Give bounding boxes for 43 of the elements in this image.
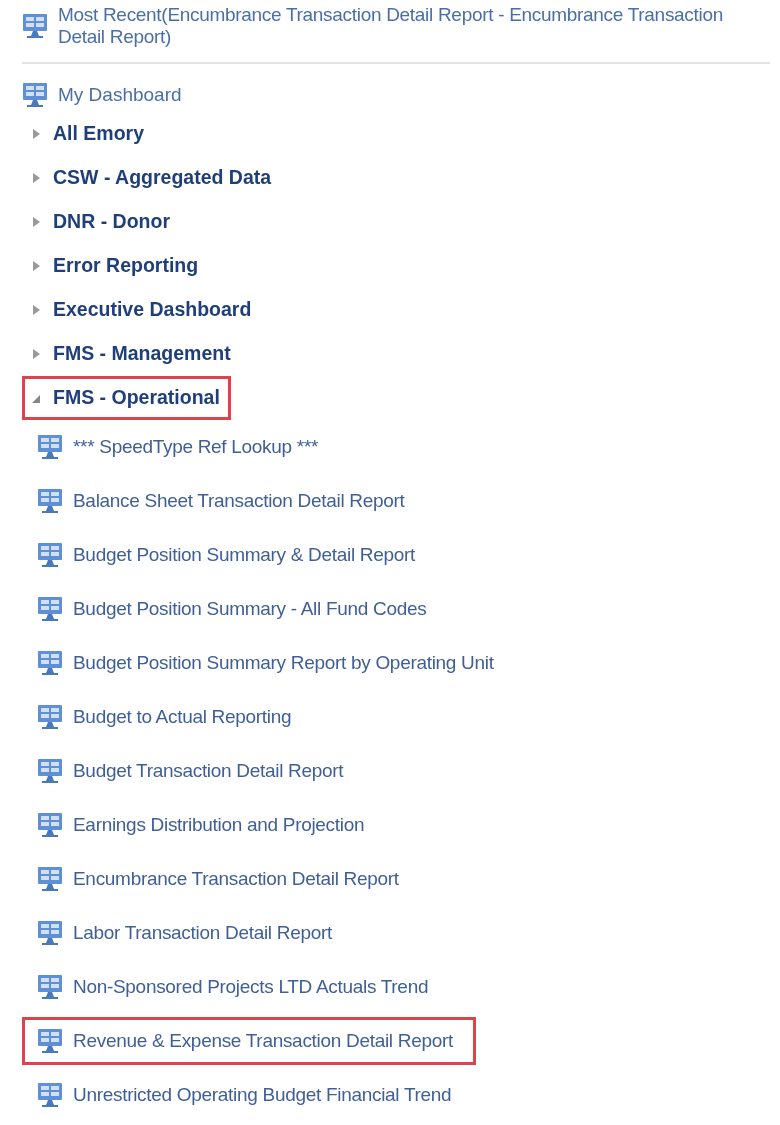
- report-link[interactable]: Non-Sponsored Projects LTD Actuals Trend: [73, 972, 429, 1002]
- dashboard-icon: [37, 865, 63, 893]
- report-link[interactable]: Budget Position Summary - All Fund Codes: [73, 594, 427, 624]
- folder-item[interactable]: All Emory: [53, 119, 145, 149]
- report-link[interactable]: Earnings Distribution and Projection: [73, 810, 365, 840]
- dashboard-icon: [37, 757, 63, 785]
- report-link[interactable]: Revenue & Expense Transaction Detail Report: [73, 1026, 453, 1056]
- report-link[interactable]: Unrestricted Operating Budget Financial Trend: [73, 1080, 452, 1110]
- dashboard-icon: [37, 649, 63, 677]
- report-link[interactable]: Budget Position Summary & Detail Report: [73, 540, 416, 570]
- dashboard-icon: [37, 973, 63, 1001]
- collapsed-triangle-icon[interactable]: [31, 304, 41, 316]
- folder-item[interactable]: Executive Dashboard: [53, 295, 252, 325]
- collapsed-triangle-icon[interactable]: [31, 128, 41, 140]
- folder-item[interactable]: CSW - Aggregated Data: [53, 163, 272, 193]
- report-link[interactable]: Encumbrance Transaction Detail Report: [73, 864, 399, 894]
- dashboard-icon: [22, 12, 48, 40]
- dashboard-icon: [37, 919, 63, 947]
- dashboard-icon: [37, 487, 63, 515]
- collapsed-triangle-icon[interactable]: [31, 260, 41, 272]
- folder-item[interactable]: FMS - Management: [53, 339, 231, 369]
- report-link[interactable]: *** SpeedType Ref Lookup ***: [73, 432, 319, 462]
- folder-item[interactable]: FMS - Operational: [53, 383, 220, 413]
- report-link[interactable]: Labor Transaction Detail Report: [73, 918, 332, 948]
- collapsed-triangle-icon[interactable]: [31, 348, 41, 360]
- dashboard-icon: [37, 541, 63, 569]
- dashboard-icon: [37, 1081, 63, 1109]
- report-link[interactable]: Budget to Actual Reporting: [73, 702, 292, 732]
- most-recent-link[interactable]: Most Recent(Encumbrance Transaction Detail Report - Encumbrance Transaction Detail Report): [58, 4, 770, 48]
- dashboard-icon: [37, 811, 63, 839]
- dashboard-icon: [37, 595, 63, 623]
- dashboard-label[interactable]: My Dashboard: [58, 80, 182, 110]
- folder-item[interactable]: DNR - Donor: [53, 207, 170, 237]
- report-link[interactable]: Budget Transaction Detail Report: [73, 756, 344, 786]
- dashboard-icon: [37, 1027, 63, 1055]
- folder-item[interactable]: Error Reporting: [53, 251, 199, 281]
- dashboard-icon: [22, 81, 48, 109]
- collapsed-triangle-icon[interactable]: [31, 172, 41, 184]
- dashboard-icon: [37, 433, 63, 461]
- dashboard-icon: [37, 703, 63, 731]
- report-link[interactable]: Balance Sheet Transaction Detail Report: [73, 486, 405, 516]
- report-link[interactable]: Budget Position Summary Report by Operating Unit: [73, 648, 494, 678]
- collapsed-triangle-icon[interactable]: [31, 216, 41, 228]
